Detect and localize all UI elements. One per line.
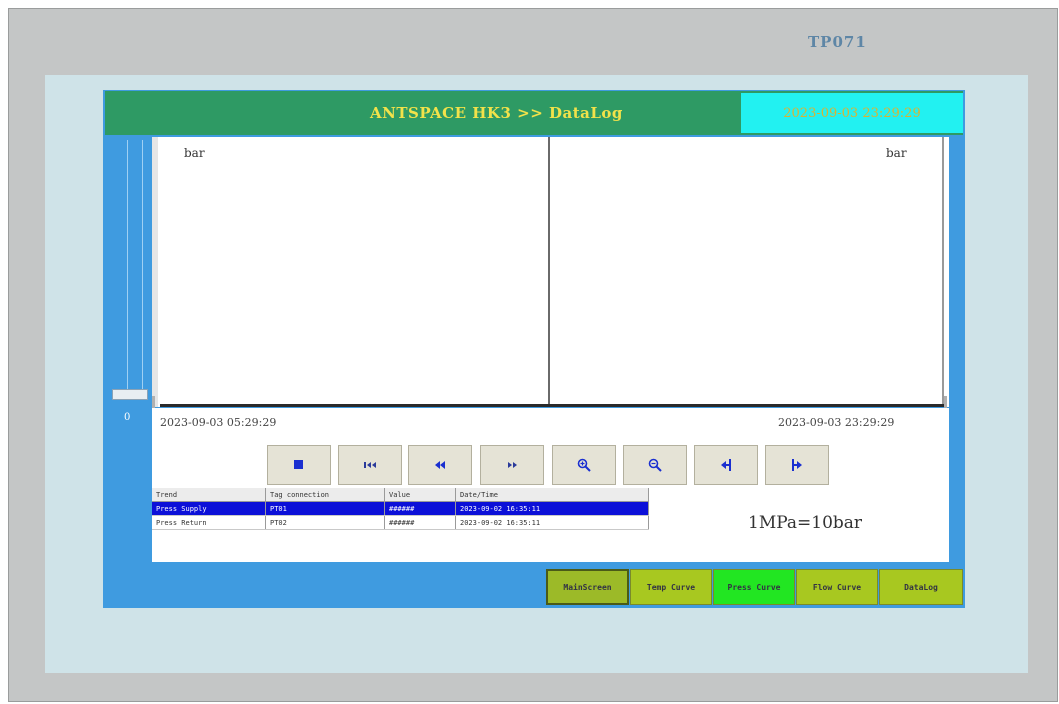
- slider-value: 0: [124, 412, 131, 423]
- cell-tag: PT02: [265, 515, 385, 530]
- nav-press-curve-button[interactable]: Press Curve: [713, 569, 795, 605]
- time-axis-line: [160, 404, 945, 407]
- col-datetime: Date/Time: [455, 488, 649, 502]
- scroll-slider-thumb[interactable]: [112, 389, 148, 400]
- chart-cursor-line[interactable]: [548, 137, 550, 407]
- axis-cap-right: [944, 396, 947, 408]
- nav-mainscreen-button[interactable]: MainScreen: [546, 569, 629, 605]
- stop-icon: [294, 460, 303, 469]
- rewind-button[interactable]: [408, 445, 472, 485]
- scroll-slider-track[interactable]: [127, 140, 143, 400]
- datetime-display: 2023-09-03 23:29:29: [741, 93, 963, 133]
- nav-temp-curve-button[interactable]: Temp Curve: [630, 569, 712, 605]
- cell-trend: Press Return: [152, 515, 266, 530]
- forward-button[interactable]: [480, 445, 544, 485]
- ruler-left-icon: [721, 459, 731, 471]
- trend-table: Trend Tag connection Value Date/Time Pre…: [152, 488, 649, 530]
- col-value: Value: [384, 488, 456, 502]
- cell-datetime: 2023-09-02 16:35:11: [455, 501, 649, 516]
- rewind-icon: [435, 461, 445, 469]
- zoom-in-icon: [577, 458, 591, 472]
- page-title: ANTSPACE HK3 >> DataLog: [370, 104, 623, 122]
- left-axis-unit: bar: [184, 146, 205, 160]
- zoom-out-icon: [648, 458, 662, 472]
- skip-back-icon: [364, 462, 376, 468]
- cell-trend: Press Supply: [152, 501, 266, 516]
- nav-flow-curve-button[interactable]: Flow Curve: [796, 569, 878, 605]
- time-axis-end: 2023-09-03 23:29:29: [778, 416, 895, 429]
- zoom-out-button[interactable]: [623, 445, 687, 485]
- stop-button[interactable]: [267, 445, 331, 485]
- first-page-button[interactable]: [338, 445, 402, 485]
- col-tag: Tag connection: [265, 488, 385, 502]
- axis-cap-left: [152, 396, 155, 408]
- table-row[interactable]: Press Supply PT01 ###### 2023-09-02 16:3…: [152, 501, 649, 516]
- ruler-right-icon: [792, 459, 802, 471]
- unit-note: 1MPa=10bar: [748, 513, 863, 533]
- chart-right-edge: [942, 137, 944, 407]
- right-axis-unit: bar: [886, 146, 907, 160]
- trend-chart: [152, 137, 949, 407]
- zoom-in-button[interactable]: [552, 445, 616, 485]
- ruler-right-button[interactable]: [765, 445, 829, 485]
- cell-datetime: 2023-09-02 16:35:11: [455, 515, 649, 530]
- time-axis-start: 2023-09-03 05:29:29: [160, 416, 277, 429]
- cell-value: ######: [384, 515, 456, 530]
- nav-datalog-button[interactable]: DataLog: [879, 569, 963, 605]
- col-trend: Trend: [152, 488, 266, 502]
- cell-value: ######: [384, 501, 456, 516]
- model-label: TP071: [808, 33, 867, 51]
- forward-icon: [508, 462, 517, 468]
- table-row[interactable]: Press Return PT02 ###### 2023-09-02 16:3…: [152, 515, 649, 530]
- ruler-left-button[interactable]: [694, 445, 758, 485]
- cell-tag: PT01: [265, 501, 385, 516]
